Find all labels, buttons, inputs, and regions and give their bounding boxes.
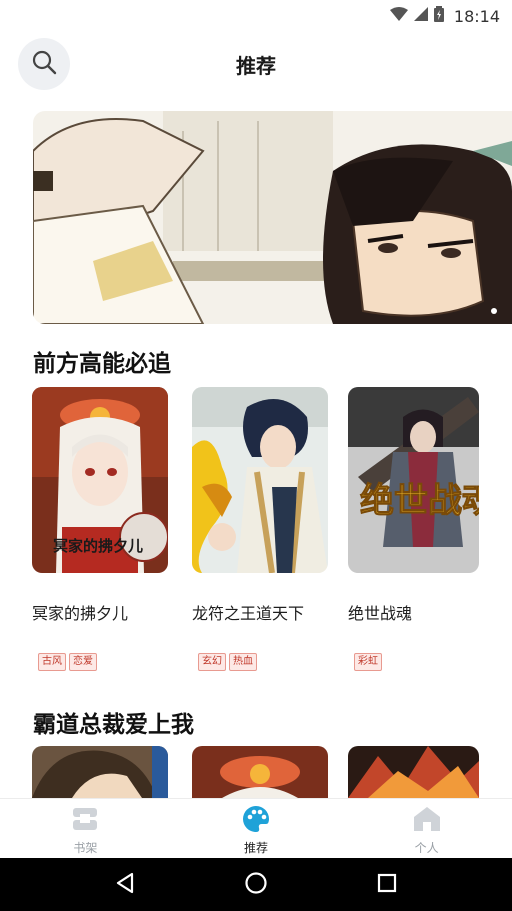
- book-cover[interactable]: [192, 387, 328, 573]
- bookshelf-icon: [71, 805, 99, 837]
- home-icon: [413, 805, 441, 837]
- book-title[interactable]: 冥家的拂夕儿: [32, 600, 192, 624]
- status-bar: 18:14: [0, 0, 512, 32]
- app-screen: 18:14 推荐 前方高能必追 冥家的拂夕儿 冥家的拂夕儿 古风 恋爱 龙符之王…: [0, 0, 512, 911]
- genre-tag: 恋爱: [69, 653, 97, 671]
- battery-icon: [433, 6, 444, 26]
- tag-list: 彩虹: [354, 653, 382, 671]
- system-nav-bar: [0, 858, 512, 911]
- genre-tag: 彩虹: [354, 653, 382, 671]
- recents-icon[interactable]: [376, 872, 398, 898]
- home-circle-icon[interactable]: [244, 871, 268, 899]
- genre-tag: 热血: [229, 653, 257, 671]
- back-icon[interactable]: [114, 872, 136, 898]
- book-cover[interactable]: 冥家的拂夕儿: [32, 387, 168, 573]
- carousel-indicator[interactable]: [491, 308, 497, 314]
- palette-icon: [242, 805, 270, 837]
- book-card[interactable]: 冥家的拂夕儿 冥家的拂夕儿 古风 恋爱: [32, 387, 168, 671]
- book-card[interactable]: 龙符之王道天下 玄幻 热血: [192, 387, 328, 671]
- banner-carousel[interactable]: [33, 111, 512, 324]
- book-cover[interactable]: [32, 746, 168, 798]
- section-title: 前方高能必追: [33, 351, 171, 377]
- top-header: 推荐: [0, 32, 512, 98]
- tab-label: 书架: [73, 841, 98, 855]
- tab-bookshelf[interactable]: 书架: [0, 799, 171, 858]
- book-title[interactable]: 龙符之王道天下: [192, 600, 352, 624]
- wifi-icon: [389, 7, 408, 25]
- bottom-tab-bar: 书架 推荐 个人: [0, 798, 512, 858]
- cover-title-text: 冥家的拂夕儿: [53, 537, 143, 555]
- section-title: 霸道总裁爱上我: [33, 712, 194, 738]
- book-title[interactable]: 绝世战魂: [348, 600, 508, 624]
- genre-tag: 玄幻: [198, 653, 226, 671]
- tab-profile[interactable]: 个人: [341, 799, 512, 858]
- genre-tag: 古风: [38, 653, 66, 671]
- tag-list: 玄幻 热血: [198, 653, 257, 671]
- tab-label: 个人: [414, 841, 439, 855]
- book-cover[interactable]: 绝世战魂: [348, 387, 479, 573]
- signal-icon: [413, 7, 428, 25]
- page-title: 推荐: [236, 54, 276, 78]
- book-cover[interactable]: [192, 746, 328, 798]
- banner-illustration: [33, 111, 512, 324]
- book-card[interactable]: 绝世战魂 绝世战魂 彩虹: [348, 387, 479, 671]
- book-cover[interactable]: [348, 746, 479, 798]
- tag-list: 古风 恋爱: [38, 653, 97, 671]
- tab-label: 推荐: [244, 841, 269, 855]
- status-time: 18:14: [453, 6, 500, 26]
- tab-recommend[interactable]: 推荐: [171, 799, 342, 858]
- cover-title-text: 绝世战魂: [360, 481, 479, 521]
